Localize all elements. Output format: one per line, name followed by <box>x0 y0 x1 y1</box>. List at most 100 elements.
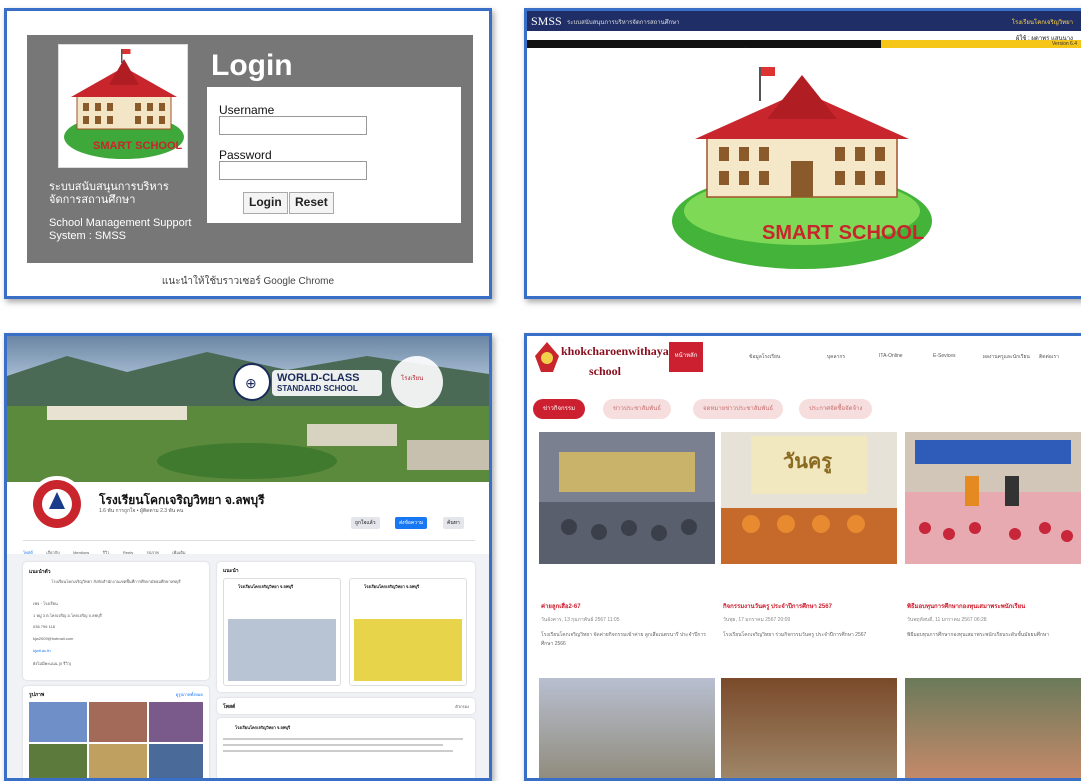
menu-e-services[interactable]: E-Sevices <box>933 353 956 359</box>
intro-card: แนะนำตัว โรงเรียนโคกเจริญวิทยา สังกัดสำน… <box>23 562 209 680</box>
news-date: วันอังคาร, 13 กุมภาพันธ์ 2567 11:05 <box>541 617 620 623</box>
intro-category: เพจ · โรงเรียน <box>33 601 58 606</box>
school-emblem-icon <box>535 342 559 372</box>
home-nav-button[interactable]: หน้าหลัก <box>669 342 703 372</box>
smss-nav-item[interactable]: บริหารงบประมาณ <box>623 49 663 55</box>
cover-text-world-class: WORLD-CLASS <box>277 372 360 384</box>
photos-title: รูปภาพ <box>29 692 45 698</box>
menu-personnel[interactable]: บุคลากร <box>827 353 845 361</box>
smart-school-logo: SMART SCHOOL <box>58 44 188 168</box>
svg-text:โรงเรียน: โรงเรียน <box>401 374 423 382</box>
smart-school-large-logo: SMART SCHOOL <box>672 67 932 269</box>
news-image-scout-camp[interactable] <box>539 432 715 564</box>
intro-title: แนะนำตัว <box>29 569 51 575</box>
news-image[interactable] <box>539 678 715 778</box>
intro-phone: 036 796 118 <box>33 624 55 629</box>
photos-card: รูปภาพ ดูรูปภาพทั้งหมด <box>23 686 209 778</box>
login-title: Login <box>211 49 293 82</box>
menu-contact[interactable]: ติดต่อเรา <box>1039 353 1059 361</box>
news-description: พิธีมอบทุนการศึกษากองทุนเสมาพระพนักเรียน… <box>907 632 1050 638</box>
svg-text:⊕: ⊕ <box>245 375 257 391</box>
smss-nav-item[interactable]: บริหารทั่วไป <box>728 49 754 55</box>
login-button[interactable]: Login <box>243 192 288 214</box>
featured-post[interactable]: โรงเรียนโคกเจริญวิทยา จ.ลพบุรี <box>349 578 467 686</box>
posts-title: โพสต์ <box>223 704 236 710</box>
school-name: khokcharoenwithaya school <box>561 341 669 381</box>
menu-works[interactable]: ผลงานครูและนักเรียน <box>983 353 1030 361</box>
intro-rating: ยังไม่มีคะแนน (0 รีวิว) <box>33 661 72 666</box>
page-body: แนะนำตัว โรงเรียนโคกเจริญวิทยา สังกัดสำน… <box>7 554 489 778</box>
site-header: khokcharoenwithaya school หน้าหลัก ข้อมู… <box>527 336 1081 384</box>
school-name-line2: school <box>589 364 622 378</box>
news-image[interactable] <box>721 678 897 778</box>
featured-post-author: โรงเรียนโคกเจริญวิทยา จ.ลพบุรี <box>364 584 420 589</box>
intro-website[interactable]: kjwit.ac.th <box>33 648 51 653</box>
tab-newsletter[interactable]: จดหมายข่าวประชาสัมพันธ์ <box>693 399 784 419</box>
news-date: วันพุธ, 17 มกราคม 2567 20:09 <box>723 617 791 623</box>
photo-thumbnail[interactable] <box>89 702 147 742</box>
system-name-english: School Management Support System : SMSS <box>49 217 192 242</box>
smss-login-screenshot: SMART SCHOOL Login Username Password Log… <box>4 8 492 299</box>
photo-thumbnail[interactable] <box>89 744 147 778</box>
post-text-line <box>223 744 443 746</box>
menu-school-info[interactable]: ข้อมูลโรงเรียน <box>749 353 780 361</box>
page-profile-avatar[interactable] <box>29 476 85 532</box>
smss-nav-item[interactable]: ผู้ใช้ (User) <box>796 49 820 55</box>
featured-post-image <box>228 619 336 681</box>
featured-post-author: โรงเรียนโคกเจริญวิทยา จ.ลพบุรี <box>238 584 294 589</box>
system-name-thai: ระบบสนับสนุนการบริหารจัดการสถานศึกษา <box>49 181 169 206</box>
smss-header-bar: SMSS ระบบสนับสนุนการบริหารจัดการสถานศึกษ… <box>527 11 1081 31</box>
post-card: โรงเรียนโคกเจริญวิทยา จ.ลพบุรี <box>217 718 475 778</box>
school-website-screenshot: khokcharoenwithaya school หน้าหลัก ข้อมู… <box>524 333 1081 781</box>
login-container: SMART SCHOOL Login Username Password Log… <box>27 35 473 263</box>
news-image[interactable] <box>905 678 1081 778</box>
browser-recommendation: แนะนำให้ใช้บราวเซอร์ Google Chrome <box>161 276 335 287</box>
photo-thumbnail[interactable] <box>29 744 87 778</box>
svg-text:SMART SCHOOL: SMART SCHOOL <box>93 140 183 152</box>
smss-nav-item[interactable]: บริหารวิชาการ <box>577 49 609 55</box>
smss-brand: SMSS <box>531 14 562 28</box>
news-title[interactable]: พิธีมอบทุนการศึกษากองทุนเสมาพระพนักเรียน <box>907 601 1025 611</box>
featured-title: แนะนำ <box>223 568 239 574</box>
news-title[interactable]: ค่ายลูกเสือ2-67 <box>541 601 581 611</box>
smss-nav-item[interactable]: บริหารงานบุคคล <box>677 49 713 55</box>
reset-button[interactable]: Reset <box>289 192 334 214</box>
username-label: Username <box>219 103 275 117</box>
news-description: โรงเรียนโคกเจริญวิทยา ร่วมกิจกรรมวันครู … <box>723 632 867 638</box>
news-title[interactable]: กิจกรรมงานวันครู ประจำปีการศึกษา 2567 <box>723 601 832 611</box>
featured-post[interactable]: โรงเรียนโคกเจริญวิทยา จ.ลพบุรี <box>223 578 341 686</box>
post-author[interactable]: โรงเรียนโคกเจริญวิทยา จ.ลพบุรี <box>235 724 290 731</box>
password-input[interactable] <box>219 161 367 180</box>
tab-procurement[interactable]: ประกาศจัดซื้อจัดจ้าง <box>799 399 873 419</box>
facebook-page-screenshot: ⊕ โรงเรียน WORLD-CLASS STANDARD SCHOOL โ… <box>4 333 492 781</box>
smss-nav-item[interactable]: อนุมัติ <box>769 49 782 55</box>
smss-school-name: โรงเรียนโคกเจริญวิทยา <box>1011 20 1073 26</box>
post-text-line <box>223 738 463 740</box>
like-button[interactable]: ถูกใจแล้ว <box>351 517 380 529</box>
smss-nav-item[interactable]: ข้อมูลโรงเรียน <box>531 49 562 55</box>
username-input[interactable] <box>219 116 367 135</box>
tab-pr-news[interactable]: ข่าวประชาสัมพันธ์ <box>603 399 671 419</box>
intro-address: 1 หมู่ 3 ต.โคกเจริญ อ.โคกเจริญ จ.ลพบุรี <box>33 613 102 618</box>
smss-version: Version 6.4 <box>881 40 1081 48</box>
news-date: วันพฤหัสบดี, 11 มกราคม 2567 06:28 <box>907 617 987 623</box>
news-image-teachers-day[interactable]: วันครู <box>721 432 897 564</box>
menu-ita-online[interactable]: ITA-Online <box>879 353 903 359</box>
photos-see-all-link[interactable]: ดูรูปภาพทั้งหมด <box>176 691 203 698</box>
svg-text:วันครู: วันครู <box>783 451 832 475</box>
school-name-line1: khokcharoenwithaya <box>561 344 669 358</box>
search-button[interactable]: ค้นหา <box>443 517 464 529</box>
news-image-scholarship[interactable] <box>905 432 1081 564</box>
news-description: โรงเรียนโคกเจริญวิทยา จัดค่ายกิจกรรมเข้า… <box>541 632 706 647</box>
tab-activity-news[interactable]: ข่าวกิจกรรม <box>533 399 586 419</box>
password-label: Password <box>219 148 272 162</box>
smss-subtitle: ระบบสนับสนุนการบริหารจัดการสถานศึกษา <box>567 20 680 26</box>
page-tabs: โพสต์ เกี่ยวกับ Mentions รีวิว Reels รูป… <box>23 540 475 555</box>
cover-photo: ⊕ โรงเรียน WORLD-CLASS STANDARD SCHOOL <box>7 336 489 482</box>
message-button[interactable]: ส่งข้อความ <box>395 517 428 529</box>
photo-thumbnail[interactable] <box>149 744 203 778</box>
photo-thumbnail[interactable] <box>29 702 87 742</box>
photo-thumbnail[interactable] <box>149 702 203 742</box>
posts-filter-button[interactable]: ตัวกรอง <box>455 703 469 710</box>
intro-email[interactable]: kjw2009@hotmail.com <box>33 636 73 641</box>
